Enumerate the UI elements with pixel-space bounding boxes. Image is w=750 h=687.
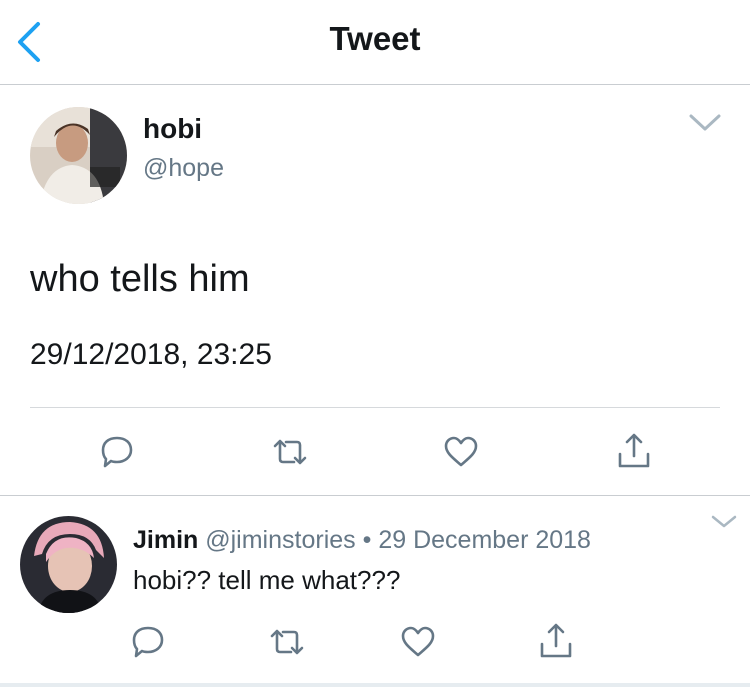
tweet-author-name[interactable]: hobi <box>143 113 202 145</box>
page-title: Tweet <box>329 20 421 57</box>
jimin-avatar[interactable] <box>20 516 117 613</box>
hobi-avatar[interactable] <box>30 107 127 204</box>
reply-author-handle[interactable]: @jiminstories <box>205 526 355 554</box>
divider <box>30 407 720 408</box>
retweet-icon[interactable] <box>270 432 310 472</box>
like-icon[interactable] <box>398 622 438 662</box>
like-icon[interactable] <box>441 432 481 472</box>
retweet-icon[interactable] <box>267 622 307 662</box>
divider <box>0 495 750 496</box>
tweet-text: who tells him <box>30 258 250 300</box>
share-icon[interactable] <box>614 432 654 472</box>
chevron-down-icon[interactable] <box>710 514 738 530</box>
tweet-timestamp: 29/12/2018, 23:25 <box>30 338 272 371</box>
reply-author-name[interactable]: Jimin <box>133 526 198 554</box>
reply-text: hobi?? tell me what??? <box>133 565 401 595</box>
reply-header: Jimin @jiminstories • 29 December 2018 <box>133 526 591 555</box>
bottom-divider <box>0 683 750 687</box>
tweet-author-handle[interactable]: @hope <box>143 154 224 183</box>
reply-icon[interactable] <box>97 432 137 472</box>
chevron-down-icon[interactable] <box>688 112 722 134</box>
meta-separator: • <box>362 526 372 554</box>
share-icon[interactable] <box>536 622 576 662</box>
reply-icon[interactable] <box>128 622 168 662</box>
reply-date: 29 December 2018 <box>378 526 591 554</box>
